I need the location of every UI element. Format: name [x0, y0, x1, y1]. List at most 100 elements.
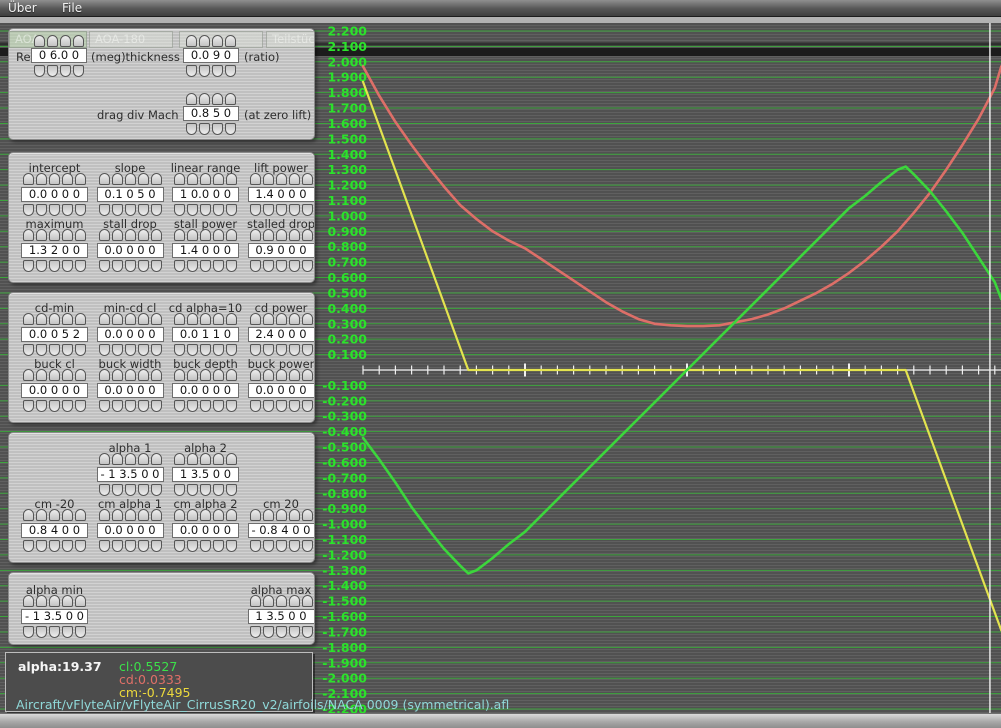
maximum-up-arrow[interactable]: [23, 229, 34, 241]
buck-width-down-arrow[interactable]: [112, 400, 123, 412]
min-cd-cl-down-arrow[interactable]: [138, 344, 149, 356]
cd-min-down-arrow[interactable]: [75, 344, 86, 356]
mach-value[interactable]: 0.8 5 0: [183, 106, 239, 121]
min-cd-cl-up-arrow[interactable]: [112, 313, 123, 325]
stall-drop-down-arrow[interactable]: [99, 260, 110, 272]
lift-power-up-arrow[interactable]: [302, 173, 313, 185]
buck-power-down-arrow[interactable]: [263, 400, 274, 412]
cd-power-down-arrow[interactable]: [263, 344, 274, 356]
alpha-1-down-arrow[interactable]: [112, 484, 123, 496]
cm-20-down-arrow[interactable]: [62, 540, 73, 552]
cd-power-down-arrow[interactable]: [250, 344, 261, 356]
alpha-2-down-arrow[interactable]: [187, 484, 198, 496]
maximum-up-arrow[interactable]: [49, 229, 60, 241]
alpha-2-down-arrow[interactable]: [200, 484, 211, 496]
buck-cl-down-arrow[interactable]: [36, 400, 47, 412]
menu-uber[interactable]: Über: [8, 1, 37, 15]
min-cd-cl-down-arrow[interactable]: [151, 344, 162, 356]
cm-alpha-2-down-arrow[interactable]: [226, 540, 237, 552]
thickness-value[interactable]: 0.0 9 0: [183, 48, 239, 63]
cm-alpha-2-up-arrow[interactable]: [213, 509, 224, 521]
linear-range-down-arrow[interactable]: [200, 204, 211, 216]
stall-drop-down-arrow[interactable]: [138, 260, 149, 272]
cm-alpha-1-down-arrow[interactable]: [112, 540, 123, 552]
alpha-max-down-arrow[interactable]: [276, 626, 287, 638]
slope-up-arrow[interactable]: [99, 173, 110, 185]
slope-up-arrow[interactable]: [125, 173, 136, 185]
cm-20-up-arrow[interactable]: [23, 509, 34, 521]
stalled-drop-down-arrow[interactable]: [276, 260, 287, 272]
buck-power-value[interactable]: 0.0 0 0 0: [248, 383, 315, 398]
lift-power-value[interactable]: 1.4 0 0 0: [248, 187, 315, 202]
alpha-max-up-arrow[interactable]: [263, 595, 274, 607]
stall-drop-down-arrow[interactable]: [151, 260, 162, 272]
cd-min-up-arrow[interactable]: [23, 313, 34, 325]
alpha-min-down-arrow[interactable]: [75, 626, 86, 638]
alpha-1-down-arrow[interactable]: [151, 484, 162, 496]
re-down-arrow[interactable]: [47, 65, 58, 77]
buck-width-up-arrow[interactable]: [112, 369, 123, 381]
buck-depth-down-arrow[interactable]: [226, 400, 237, 412]
stalled-drop-up-arrow[interactable]: [302, 229, 313, 241]
mach-up-arrow[interactable]: [199, 93, 210, 105]
stall-drop-up-arrow[interactable]: [138, 229, 149, 241]
min-cd-cl-up-arrow[interactable]: [99, 313, 110, 325]
min-cd-cl-down-arrow[interactable]: [112, 344, 123, 356]
cm-20-down-arrow[interactable]: [263, 540, 274, 552]
buck-cl-down-arrow[interactable]: [49, 400, 60, 412]
alpha-2-up-arrow[interactable]: [200, 453, 211, 465]
buck-power-up-arrow[interactable]: [302, 369, 313, 381]
re-up-arrow[interactable]: [47, 35, 58, 47]
alpha-2-up-arrow[interactable]: [213, 453, 224, 465]
thickness-down-arrow[interactable]: [186, 65, 197, 77]
cm-alpha-2-up-arrow[interactable]: [200, 509, 211, 521]
alpha-min-up-arrow[interactable]: [75, 595, 86, 607]
alpha-2-up-arrow[interactable]: [174, 453, 185, 465]
slope-down-arrow[interactable]: [125, 204, 136, 216]
re-down-arrow[interactable]: [34, 65, 45, 77]
lift-power-up-arrow[interactable]: [276, 173, 287, 185]
stall-drop-up-arrow[interactable]: [99, 229, 110, 241]
menu-file[interactable]: File: [62, 1, 82, 15]
buck-cl-up-arrow[interactable]: [36, 369, 47, 381]
linear-range-down-arrow[interactable]: [226, 204, 237, 216]
alpha-max-value[interactable]: 1 3.5 0 0: [248, 609, 315, 624]
alpha-2-up-arrow[interactable]: [187, 453, 198, 465]
buck-depth-down-arrow[interactable]: [213, 400, 224, 412]
stalled-drop-up-arrow[interactable]: [250, 229, 261, 241]
cm-alpha-1-down-arrow[interactable]: [99, 540, 110, 552]
linear-range-up-arrow[interactable]: [226, 173, 237, 185]
linear-range-value[interactable]: 1 0.0 0 0: [172, 187, 239, 202]
stalled-drop-value[interactable]: 0.9 0 0 0: [248, 243, 315, 258]
alpha-min-down-arrow[interactable]: [23, 626, 34, 638]
cm-20-down-arrow[interactable]: [250, 540, 261, 552]
cm-alpha-2-down-arrow[interactable]: [174, 540, 185, 552]
min-cd-cl-up-arrow[interactable]: [138, 313, 149, 325]
alpha-min-up-arrow[interactable]: [23, 595, 34, 607]
buck-depth-up-arrow[interactable]: [213, 369, 224, 381]
cd-alpha-10-up-arrow[interactable]: [226, 313, 237, 325]
lift-power-down-arrow[interactable]: [276, 204, 287, 216]
re-up-arrow[interactable]: [60, 35, 71, 47]
intercept-down-arrow[interactable]: [49, 204, 60, 216]
alpha-2-value[interactable]: 1 3.5 0 0: [172, 467, 239, 482]
cm-alpha-1-up-arrow[interactable]: [112, 509, 123, 521]
cd-min-down-arrow[interactable]: [49, 344, 60, 356]
cm-alpha-2-up-arrow[interactable]: [174, 509, 185, 521]
cd-alpha-10-down-arrow[interactable]: [213, 344, 224, 356]
buck-depth-up-arrow[interactable]: [187, 369, 198, 381]
intercept-down-arrow[interactable]: [75, 204, 86, 216]
cd-alpha-10-down-arrow[interactable]: [187, 344, 198, 356]
lift-power-down-arrow[interactable]: [263, 204, 274, 216]
alpha-2-down-arrow[interactable]: [226, 484, 237, 496]
stall-power-down-arrow[interactable]: [174, 260, 185, 272]
cd-alpha-10-up-arrow[interactable]: [187, 313, 198, 325]
linear-range-down-arrow[interactable]: [174, 204, 185, 216]
cd-power-up-arrow[interactable]: [276, 313, 287, 325]
alpha-max-up-arrow[interactable]: [250, 595, 261, 607]
cd-alpha-10-down-arrow[interactable]: [226, 344, 237, 356]
cd-alpha-10-up-arrow[interactable]: [174, 313, 185, 325]
alpha-1-up-arrow[interactable]: [125, 453, 136, 465]
buck-cl-up-arrow[interactable]: [75, 369, 86, 381]
cm-alpha-1-up-arrow[interactable]: [151, 509, 162, 521]
